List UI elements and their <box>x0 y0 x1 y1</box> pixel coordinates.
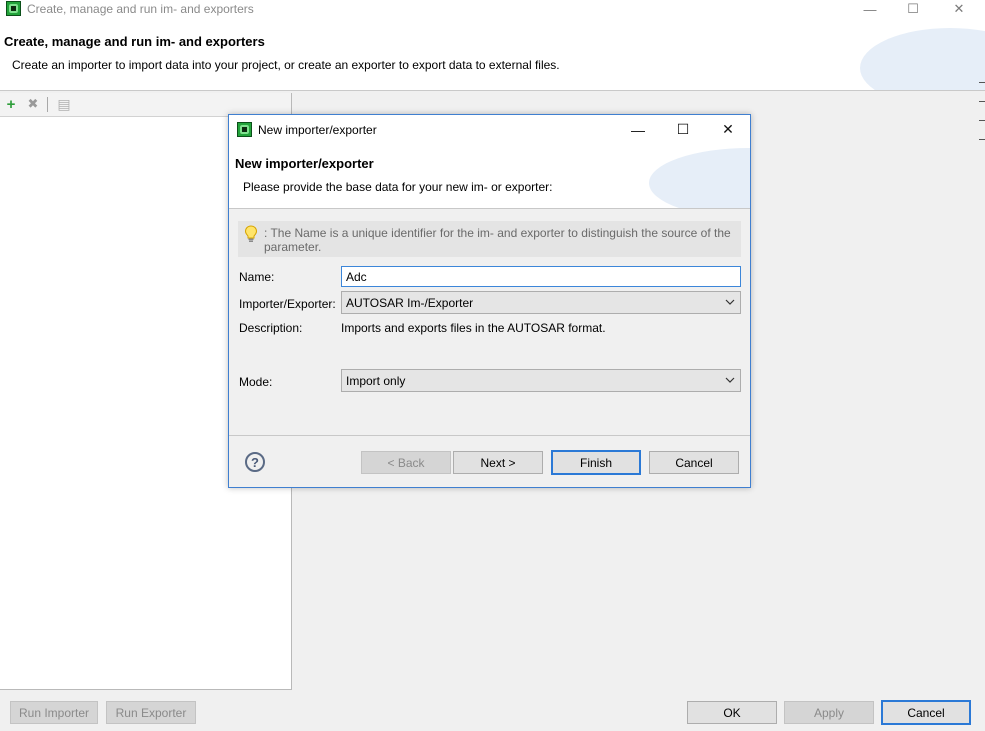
window-header-banner: Create, manage and run im- and exporters… <box>0 18 985 91</box>
banner-decoration <box>860 28 985 90</box>
minimize-button[interactable]: — <box>847 0 893 18</box>
window-titlebar: Create, manage and run im- and exporters… <box>0 0 985 18</box>
dialog-cancel-button[interactable]: Cancel <box>649 451 739 474</box>
dialog-titlebar: New importer/exporter — ☐ ✕ <box>229 115 750 144</box>
dialog-maximize-button[interactable]: ☐ <box>660 115 706 144</box>
back-button[interactable]: < Back <box>361 451 451 474</box>
mode-value: Import only <box>346 373 406 388</box>
right-edge-fragment <box>979 78 985 178</box>
maximize-button[interactable]: ☐ <box>890 0 936 18</box>
close-button[interactable]: ✕ <box>936 0 982 18</box>
finish-button[interactable]: Finish <box>551 450 641 475</box>
description-value: Imports and exports files in the AUTOSAR… <box>341 321 606 335</box>
info-message: : The Name is a unique identifier for th… <box>238 221 741 257</box>
app-logo-icon <box>6 1 21 16</box>
dialog-title: New importer/exporter <box>258 123 377 137</box>
info-text: : The Name is a unique identifier for th… <box>264 226 731 254</box>
help-icon[interactable]: ? <box>245 452 265 472</box>
run-importer-button[interactable]: Run Importer <box>10 701 98 724</box>
chevron-down-icon <box>725 377 735 383</box>
page-title: Create, manage and run im- and exporters <box>4 34 265 49</box>
importer-exporter-select[interactable]: AUTOSAR Im-/Exporter <box>341 291 741 314</box>
add-icon[interactable]: + <box>3 96 19 113</box>
importer-exporter-label: Importer/Exporter: <box>239 297 336 311</box>
ok-button[interactable]: OK <box>687 701 777 724</box>
dialog-button-separator <box>229 435 750 436</box>
cancel-button[interactable]: Cancel <box>881 700 971 725</box>
dialog-description: Please provide the base data for your ne… <box>243 180 553 194</box>
dialog-app-icon <box>237 122 252 137</box>
dialog-header-banner: New importer/exporter Please provide the… <box>229 144 750 209</box>
lightbulb-icon <box>244 225 258 242</box>
new-importer-exporter-dialog: New importer/exporter — ☐ ✕ New importer… <box>228 114 751 488</box>
toolbar-divider <box>47 97 48 112</box>
name-label: Name: <box>239 270 275 284</box>
remove-icon[interactable]: ✖ <box>25 96 41 112</box>
page-description: Create an importer to import data into y… <box>12 58 560 72</box>
mode-select[interactable]: Import only <box>341 369 741 392</box>
window-title: Create, manage and run im- and exporters <box>27 2 254 16</box>
description-label: Description: <box>239 321 303 335</box>
mode-label: Mode: <box>239 375 273 389</box>
run-exporter-button[interactable]: Run Exporter <box>106 701 196 724</box>
apply-button[interactable]: Apply <box>784 701 874 724</box>
importer-exporter-value: AUTOSAR Im-/Exporter <box>346 295 474 310</box>
copy-icon[interactable]: ▤ <box>56 96 72 112</box>
dialog-minimize-button[interactable]: — <box>615 115 661 144</box>
next-button[interactable]: Next > <box>453 451 543 474</box>
chevron-down-icon <box>725 299 735 305</box>
dialog-close-button[interactable]: ✕ <box>705 115 751 144</box>
dialog-banner-decoration <box>649 148 750 208</box>
dialog-heading: New importer/exporter <box>235 156 374 171</box>
name-input[interactable] <box>341 266 741 287</box>
